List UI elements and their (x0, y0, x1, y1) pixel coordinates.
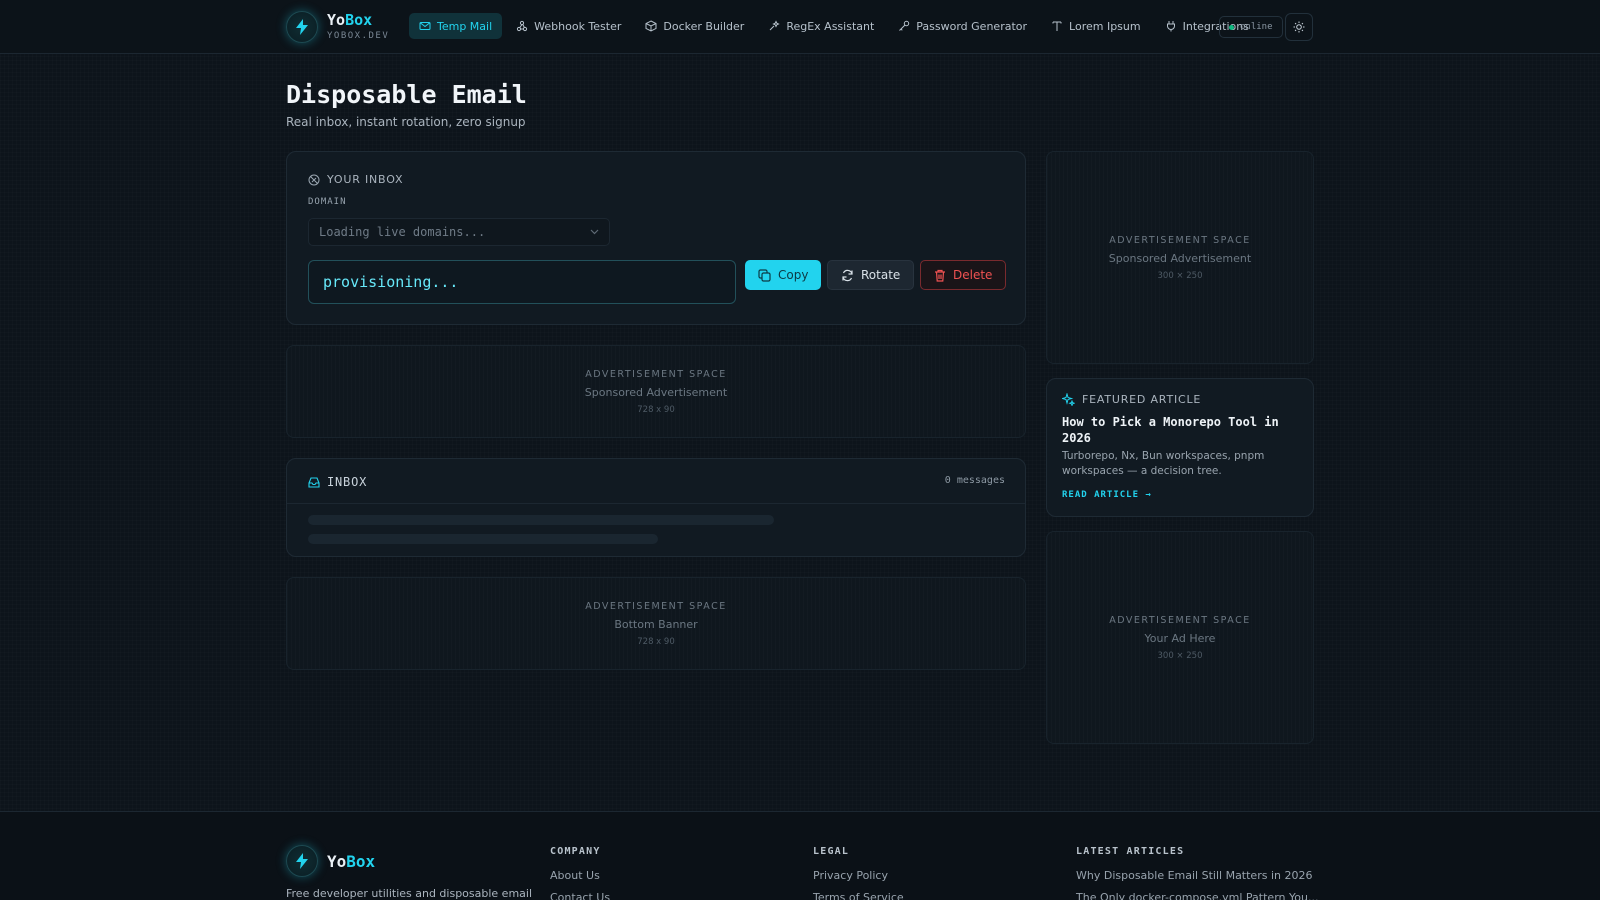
bolt-icon (286, 845, 318, 877)
ad-top-banner[interactable]: ADVERTISEMENT SPACE Sponsored Advertisem… (286, 345, 1026, 438)
ad-title: ADVERTISEMENT SPACE (1109, 234, 1251, 246)
footer-legal-column: LEGAL Privacy Policy Terms of Service (813, 846, 904, 900)
regex-icon (769, 20, 780, 31)
inbox-list-card: INBOX 0 messages (286, 458, 1026, 557)
refresh-icon (842, 269, 853, 281)
main-nav: Temp Mail Webhook Tester Docker Builder … (409, 13, 1263, 39)
footer-link-contact[interactable]: Contact Us (550, 891, 610, 900)
sun-icon (1293, 21, 1305, 33)
page-title: Disposable Email (286, 80, 527, 109)
ad-size: 300 × 250 (1157, 650, 1203, 661)
chevron-down-icon (590, 229, 599, 235)
page-subtitle: Real inbox, instant rotation, zero signu… (286, 115, 526, 129)
webhook-icon (517, 20, 528, 32)
inbox-list-header: INBOX 0 messages (287, 459, 1025, 504)
key-icon (899, 20, 910, 31)
featured-article-description: Turborepo, Nx, Bun workspaces, pnpm work… (1062, 450, 1265, 477)
footer-description: Free developer utilities and disposable … (286, 887, 533, 900)
brand-subtitle: YOBOX.DEV (327, 31, 390, 41)
email-address-field[interactable]: provisioning... (308, 260, 736, 304)
bolt-icon (286, 11, 318, 43)
ad-size: 728 x 90 (637, 404, 675, 415)
footer-column-title: LEGAL (813, 846, 850, 857)
read-article-link[interactable]: READ ARTICLE → (1062, 490, 1152, 500)
nav-password-generator[interactable]: Password Generator (888, 13, 1037, 39)
footer-articles-column: LATEST ARTICLES Why Disposable Email Sti… (1076, 846, 1318, 900)
ad-subtitle: Bottom Banner (614, 617, 698, 631)
footer-link-about[interactable]: About Us (550, 869, 610, 882)
sparkles-icon (1062, 393, 1075, 406)
rotate-button[interactable]: Rotate (827, 260, 915, 290)
nav-temp-mail[interactable]: Temp Mail (409, 13, 503, 39)
trash-icon (935, 269, 945, 282)
ad-sidebar-top[interactable]: ADVERTISEMENT SPACE Sponsored Advertisem… (1046, 151, 1314, 364)
ad-size: 728 x 90 (637, 636, 675, 647)
brand-name: YoBox (327, 11, 373, 29)
copy-icon (758, 268, 771, 282)
footer-company-column: COMPANY About Us Contact Us (550, 846, 610, 900)
ad-title: ADVERTISEMENT SPACE (585, 368, 727, 380)
footer-link-article[interactable]: The Only docker-compose.yml Pattern You.… (1076, 891, 1318, 900)
delete-button[interactable]: Delete (920, 260, 1007, 290)
top-header: YoBox YOBOX.DEV Temp Mail Webhook Tester… (0, 0, 1600, 54)
inbox-ring-icon (308, 174, 320, 185)
nav-webhook-tester[interactable]: Webhook Tester (506, 13, 631, 39)
ad-title: ADVERTISEMENT SPACE (585, 600, 727, 612)
brand-logo[interactable]: YoBox YOBOX.DEV (286, 11, 389, 43)
footer-column-title: LATEST ARTICLES (1076, 846, 1185, 857)
your-inbox-card: YOUR INBOX DOMAIN Loading live domains..… (286, 151, 1026, 325)
nav-docker-builder[interactable]: Docker Builder (635, 13, 754, 39)
message-count: 0 messages (944, 475, 1005, 486)
footer-column-title: COMPANY (550, 846, 601, 857)
copy-button[interactable]: Copy (745, 260, 822, 290)
plug-icon (1166, 21, 1175, 32)
domain-label: DOMAIN (308, 197, 347, 207)
footer-brand-name: YoBox (327, 851, 376, 871)
featured-article-card[interactable]: FEATURED ARTICLE How to Pick a Monorepo … (1046, 378, 1314, 517)
featured-article-title[interactable]: How to Pick a Monorepo Tool in 2026 (1062, 414, 1300, 446)
mail-icon (419, 22, 431, 30)
box-icon (645, 20, 657, 32)
ad-bottom-banner[interactable]: ADVERTISEMENT SPACE Bottom Banner 728 x … (286, 577, 1026, 670)
ad-sidebar-bottom[interactable]: ADVERTISEMENT SPACE Your Ad Here 300 × 2… (1046, 531, 1314, 744)
ad-size: 300 × 250 (1157, 270, 1203, 281)
site-footer: YoBox Free developer utilities and dispo… (0, 811, 1600, 900)
ad-subtitle: Sponsored Advertisement (584, 385, 728, 399)
footer-link-terms[interactable]: Terms of Service (813, 891, 904, 900)
inbox-tray-icon (308, 476, 320, 488)
status-dot-icon (1229, 24, 1234, 30)
ad-title: ADVERTISEMENT SPACE (1109, 614, 1251, 626)
domain-select[interactable]: Loading live domains... (308, 218, 610, 246)
status-badge: online (1219, 16, 1283, 38)
your-inbox-header: YOUR INBOX (308, 173, 403, 186)
ad-subtitle: Your Ad Here (1144, 631, 1216, 645)
footer-link-article[interactable]: Why Disposable Email Still Matters in 20… (1076, 869, 1318, 882)
footer-link-privacy[interactable]: Privacy Policy (813, 869, 904, 882)
loading-skeleton (308, 534, 658, 544)
ad-subtitle: Sponsored Advertisement (1108, 251, 1252, 265)
theme-toggle-button[interactable] (1285, 13, 1313, 41)
featured-article-header: FEATURED ARTICLE (1062, 393, 1201, 406)
footer-brand-logo[interactable]: YoBox (286, 845, 375, 877)
nav-regex-assistant[interactable]: RegEx Assistant (758, 13, 884, 39)
loading-skeleton (308, 515, 774, 525)
text-icon (1052, 21, 1062, 31)
nav-lorem-ipsum[interactable]: Lorem Ipsum (1041, 13, 1151, 39)
